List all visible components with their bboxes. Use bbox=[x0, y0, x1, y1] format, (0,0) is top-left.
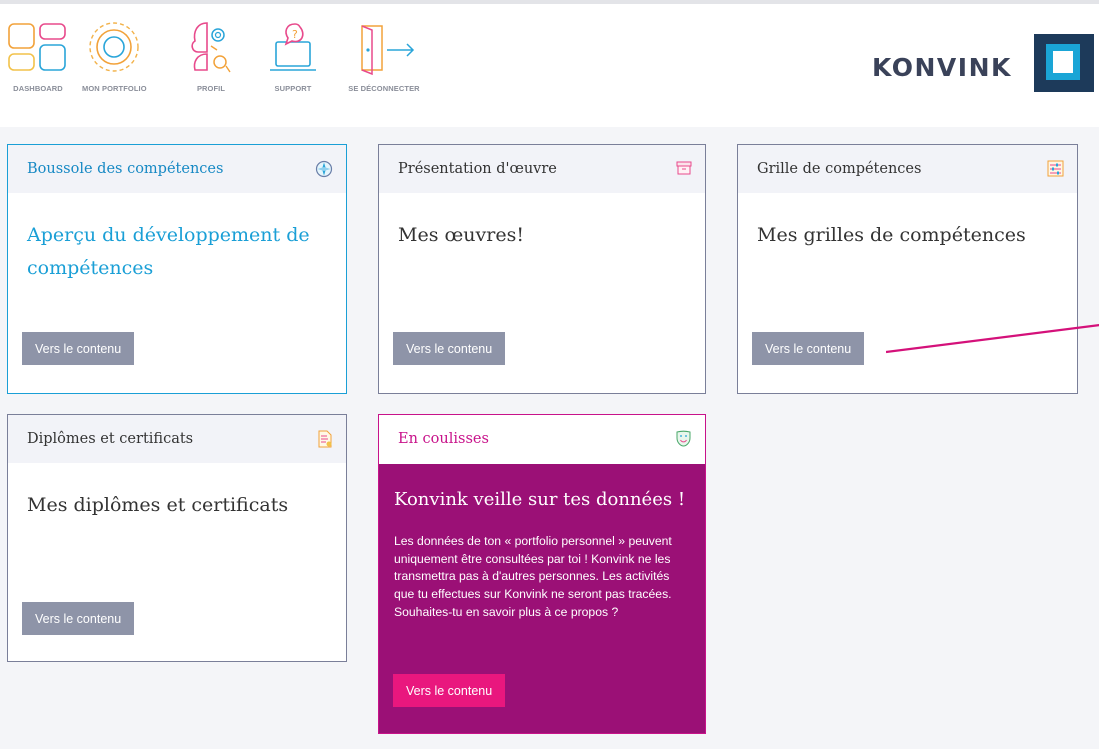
card-title: En coulisses bbox=[398, 431, 489, 447]
card-header: En coulisses bbox=[379, 415, 705, 463]
view-content-button[interactable]: Vers le contenu bbox=[22, 332, 135, 365]
svg-text:?: ? bbox=[292, 28, 298, 41]
card-main-text: Aperçu du développement de compétences bbox=[27, 224, 310, 279]
nav-support-label: SUPPORT bbox=[274, 84, 312, 93]
nav-dashboard[interactable]: DASHBOARD bbox=[7, 20, 69, 93]
card-competence-compass: Boussole des compétences Aperçu du dével… bbox=[7, 144, 347, 394]
card-header: Diplômes et certificats bbox=[8, 415, 346, 463]
portfolio-icon bbox=[89, 22, 140, 72]
archive-box-icon bbox=[676, 161, 692, 175]
card-header: Boussole des compétences bbox=[8, 145, 346, 193]
nav-portfolio[interactable]: MON PORTFOLIO bbox=[82, 20, 147, 93]
compass-icon bbox=[315, 160, 333, 178]
dashboard-icon bbox=[8, 23, 66, 71]
brand-wordmark: KONVINK bbox=[872, 53, 1012, 82]
card-competence-grid: Grille de compétences Mes grilles de com… bbox=[737, 144, 1078, 394]
card-main-text: Mes grilles de compétences bbox=[757, 224, 1026, 246]
card-diplomas-certificates: Diplômes et certificats Mes diplômes et … bbox=[7, 414, 347, 662]
nav-support[interactable]: ? SUPPORT bbox=[262, 20, 324, 93]
sliders-icon bbox=[1047, 160, 1064, 177]
top-navigation-bar: DASHBOARD MON PORTFOLIO PROFIL ? SUPPORT bbox=[0, 4, 1099, 127]
card-header: Grille de compétences bbox=[738, 145, 1077, 193]
masks-icon bbox=[676, 430, 691, 447]
card-main-text: Mes diplômes et certificats bbox=[27, 494, 289, 516]
nav-logout[interactable]: SE DÉCONNECTER bbox=[345, 20, 423, 93]
view-content-button[interactable]: Vers le contenu bbox=[22, 602, 135, 635]
backstage-description: Les données de ton « portfolio personnel… bbox=[394, 534, 672, 619]
card-title: Grille de compétences bbox=[757, 161, 922, 177]
logout-icon bbox=[361, 25, 415, 76]
nav-logout-label: SE DÉCONNECTER bbox=[348, 84, 420, 93]
card-title: Présentation d'œuvre bbox=[398, 161, 557, 177]
nav-profile-label: PROFIL bbox=[196, 84, 226, 93]
view-content-button[interactable]: Vers le contenu bbox=[393, 332, 506, 365]
profile-icon bbox=[191, 22, 231, 73]
backstage-headline: Konvink veille sur tes données ! bbox=[394, 489, 686, 510]
card-title: Diplômes et certificats bbox=[27, 431, 194, 447]
view-content-button[interactable]: Vers le contenu bbox=[752, 332, 865, 365]
card-backstage: En coulisses Konvink veille sur tes donn… bbox=[378, 414, 706, 734]
card-header: Présentation d'œuvre bbox=[379, 145, 705, 193]
nav-portfolio-label: MON PORTFOLIO bbox=[82, 84, 147, 93]
support-icon: ? bbox=[270, 23, 316, 71]
nav-dashboard-label: DASHBOARD bbox=[13, 84, 63, 93]
certificate-icon bbox=[318, 430, 332, 448]
nav-profile[interactable]: PROFIL bbox=[180, 20, 242, 93]
card-main-text: Mes œuvres! bbox=[398, 224, 524, 246]
view-content-button[interactable]: Vers le contenu bbox=[393, 674, 506, 707]
card-title: Boussole des compétences bbox=[27, 161, 224, 177]
annotation-pointer-line bbox=[886, 324, 1099, 354]
brand-logo-icon bbox=[1034, 34, 1094, 92]
backstage-panel: Konvink veille sur tes données ! Les don… bbox=[379, 464, 705, 733]
card-work-presentation: Présentation d'œuvre Mes œuvres! Vers le… bbox=[378, 144, 706, 394]
